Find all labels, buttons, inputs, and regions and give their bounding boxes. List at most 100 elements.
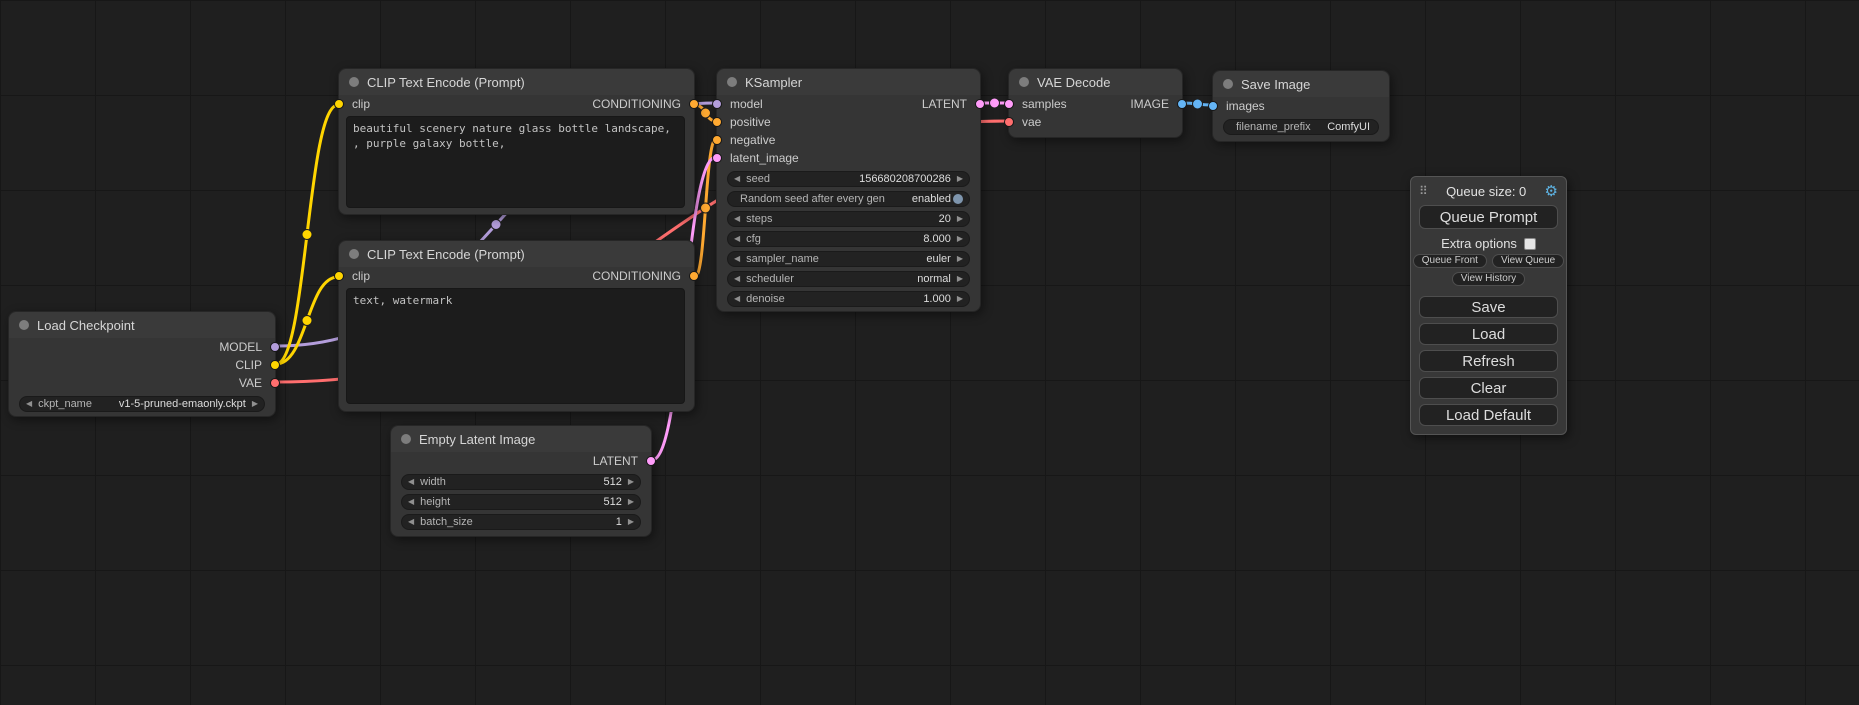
slot-row: vae — [1009, 113, 1182, 131]
output-port-latent[interactable] — [646, 456, 656, 466]
scheduler-widget[interactable]: ◀ scheduler normal ▶ — [727, 271, 970, 287]
save-button[interactable]: Save — [1419, 296, 1558, 318]
increment-arrow-icon[interactable]: ▶ — [957, 235, 963, 243]
increment-arrow-icon[interactable]: ▶ — [957, 255, 963, 263]
denoise-widget[interactable]: ◀ denoise 1.000 ▶ — [727, 291, 970, 307]
increment-arrow-icon[interactable]: ▶ — [628, 518, 634, 526]
extra-options-checkbox[interactable] — [1524, 238, 1536, 250]
collapse-dot-icon[interactable] — [1019, 77, 1029, 87]
output-port-model[interactable] — [270, 342, 280, 352]
increment-arrow-icon[interactable]: ▶ — [252, 400, 258, 408]
input-port-clip[interactable] — [334, 271, 344, 281]
increment-arrow-icon[interactable]: ▶ — [957, 175, 963, 183]
input-label-clip: clip — [352, 269, 370, 283]
width-widget[interactable]: ◀ width 512 ▶ — [401, 474, 641, 490]
view-history-button[interactable]: View History — [1452, 272, 1525, 286]
node-title-bar[interactable]: Empty Latent Image — [391, 426, 651, 452]
queue-prompt-button[interactable]: Queue Prompt — [1419, 205, 1558, 229]
collapse-dot-icon[interactable] — [1223, 79, 1233, 89]
output-port-latent[interactable] — [975, 99, 985, 109]
decrement-arrow-icon[interactable]: ◀ — [408, 518, 414, 526]
widget-value: v1-5-pruned-emaonly.ckpt — [119, 398, 246, 410]
output-port-conditioning[interactable] — [689, 99, 699, 109]
steps-widget[interactable]: ◀ steps 20 ▶ — [727, 211, 970, 227]
input-port-samples[interactable] — [1004, 99, 1014, 109]
output-port-vae[interactable] — [270, 378, 280, 388]
collapse-dot-icon[interactable] — [19, 320, 29, 330]
output-port-conditioning[interactable] — [689, 271, 699, 281]
output-label-latent: LATENT — [593, 454, 638, 468]
collapse-dot-icon[interactable] — [401, 434, 411, 444]
ckpt-name-widget[interactable]: ◀ ckpt_name v1-5-pruned-emaonly.ckpt ▶ — [19, 396, 265, 412]
decrement-arrow-icon[interactable]: ◀ — [734, 215, 740, 223]
decrement-arrow-icon[interactable]: ◀ — [734, 275, 740, 283]
comfyui-canvas[interactable]: { "colors": { "model": "#B39DDB", "clip"… — [0, 0, 1859, 705]
slot-row: positive — [717, 113, 980, 131]
decrement-arrow-icon[interactable]: ◀ — [26, 400, 32, 408]
input-label-positive: positive — [730, 115, 771, 129]
queue-front-button[interactable]: Queue Front — [1413, 254, 1487, 268]
node-vae-decode[interactable]: VAE Decode samples IMAGE vae — [1008, 68, 1183, 138]
increment-arrow-icon[interactable]: ▶ — [957, 295, 963, 303]
node-title-bar[interactable]: CLIP Text Encode (Prompt) — [339, 69, 694, 95]
output-port-clip[interactable] — [270, 360, 280, 370]
increment-arrow-icon[interactable]: ▶ — [957, 215, 963, 223]
input-port-images[interactable] — [1208, 101, 1218, 111]
increment-arrow-icon[interactable]: ▶ — [628, 478, 634, 486]
seed-widget[interactable]: ◀ seed 156680208700286 ▶ — [727, 171, 970, 187]
node-title-bar[interactable]: Load Checkpoint — [9, 312, 275, 338]
output-label-model: MODEL — [219, 340, 262, 354]
load-button[interactable]: Load — [1419, 323, 1558, 345]
widget-label: ckpt_name — [38, 398, 92, 410]
collapse-dot-icon[interactable] — [349, 77, 359, 87]
extra-options-row: Extra options — [1419, 237, 1558, 250]
extra-options-label: Extra options — [1441, 236, 1517, 251]
node-load-checkpoint[interactable]: Load Checkpoint MODEL CLIP VAE ◀ ckpt_na… — [8, 311, 276, 417]
collapse-dot-icon[interactable] — [349, 249, 359, 259]
drag-handle-icon[interactable]: ⠿ — [1419, 184, 1428, 198]
load-default-button[interactable]: Load Default — [1419, 404, 1558, 426]
positive-prompt-textarea[interactable]: beautiful scenery nature glass bottle la… — [346, 116, 685, 208]
cfg-widget[interactable]: ◀ cfg 8.000 ▶ — [727, 231, 970, 247]
node-title-bar[interactable]: KSampler — [717, 69, 980, 95]
settings-gear-icon[interactable]: ⚙ — [1545, 184, 1558, 199]
clear-button[interactable]: Clear — [1419, 377, 1558, 399]
node-title-bar[interactable]: Save Image — [1213, 71, 1389, 97]
collapse-dot-icon[interactable] — [727, 77, 737, 87]
link-midpoint-dot — [1193, 99, 1203, 109]
decrement-arrow-icon[interactable]: ◀ — [408, 478, 414, 486]
input-port-clip[interactable] — [334, 99, 344, 109]
node-ksampler[interactable]: KSampler model LATENT positive negative … — [716, 68, 981, 312]
sampler-name-widget[interactable]: ◀ sampler_name euler ▶ — [727, 251, 970, 267]
height-widget[interactable]: ◀ height 512 ▶ — [401, 494, 641, 510]
node-clip-text-encode-negative[interactable]: CLIP Text Encode (Prompt) clip CONDITION… — [338, 240, 695, 412]
input-port-model[interactable] — [712, 99, 722, 109]
batch-size-widget[interactable]: ◀ batch_size 1 ▶ — [401, 514, 641, 530]
node-empty-latent-image[interactable]: Empty Latent Image LATENT ◀ width 512 ▶ … — [390, 425, 652, 537]
output-port-image[interactable] — [1177, 99, 1187, 109]
filename-prefix-widget[interactable]: filename_prefix ComfyUI — [1223, 119, 1379, 135]
decrement-arrow-icon[interactable]: ◀ — [734, 235, 740, 243]
node-clip-text-encode-positive[interactable]: CLIP Text Encode (Prompt) clip CONDITION… — [338, 68, 695, 215]
random-seed-toggle-widget[interactable]: Random seed after every gen enabled — [727, 191, 970, 207]
node-title-bar[interactable]: VAE Decode — [1009, 69, 1182, 95]
input-label-images: images — [1226, 99, 1265, 113]
decrement-arrow-icon[interactable]: ◀ — [408, 498, 414, 506]
input-port-positive[interactable] — [712, 117, 722, 127]
increment-arrow-icon[interactable]: ▶ — [957, 275, 963, 283]
view-queue-button[interactable]: View Queue — [1492, 254, 1564, 268]
decrement-arrow-icon[interactable]: ◀ — [734, 175, 740, 183]
decrement-arrow-icon[interactable]: ◀ — [734, 255, 740, 263]
increment-arrow-icon[interactable]: ▶ — [628, 498, 634, 506]
node-save-image[interactable]: Save Image images filename_prefix ComfyU… — [1212, 70, 1390, 142]
refresh-button[interactable]: Refresh — [1419, 350, 1558, 372]
view-history-row: View History — [1419, 272, 1558, 286]
node-title-bar[interactable]: CLIP Text Encode (Prompt) — [339, 241, 694, 267]
link-midpoint-dot — [491, 220, 501, 230]
input-port-negative[interactable] — [712, 135, 722, 145]
decrement-arrow-icon[interactable]: ◀ — [734, 295, 740, 303]
negative-prompt-textarea[interactable]: text, watermark — [346, 288, 685, 404]
toggle-dot-icon[interactable] — [953, 194, 963, 204]
input-port-latent-image[interactable] — [712, 153, 722, 163]
input-port-vae[interactable] — [1004, 117, 1014, 127]
